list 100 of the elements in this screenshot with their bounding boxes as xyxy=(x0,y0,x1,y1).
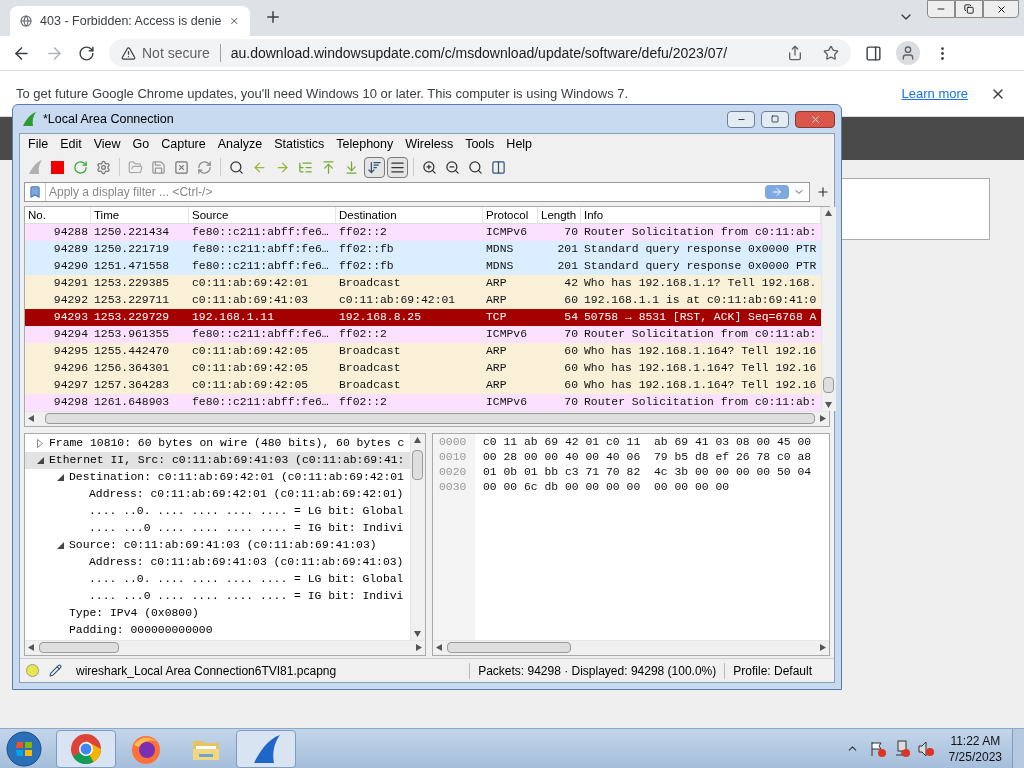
scroll-thumb[interactable] xyxy=(412,450,423,480)
filter-field[interactable]: Apply a display filter ... <Ctrl-/> xyxy=(45,183,765,201)
colorize-icon[interactable] xyxy=(387,156,408,178)
scroll-down-icon[interactable] xyxy=(825,402,832,408)
taskbar-button[interactable] xyxy=(56,729,116,768)
address-bar[interactable]: Not secure au.download.windowsupdate.com/c/msdownload/update/software/defu/2023/07/ xyxy=(109,39,851,67)
tree-row[interactable]: .... ...0 .... .... .... .... = IG bit: Indivi xyxy=(25,588,410,605)
maximize-icon[interactable] xyxy=(771,115,779,123)
scroll-thumb[interactable] xyxy=(447,642,571,653)
horizontal-scrollbar[interactable] xyxy=(25,640,425,655)
tree-row[interactable]: Source: c0:11:ab:69:41:03 (c0:11:ab:69:41:03) xyxy=(25,537,410,554)
expanded-arrow-icon[interactable] xyxy=(57,474,64,481)
menu-item[interactable]: Telephony xyxy=(330,134,400,154)
flag-alert-icon[interactable] xyxy=(868,739,887,758)
expanded-arrow-icon[interactable] xyxy=(37,457,44,464)
column-header[interactable]: Length xyxy=(538,207,581,223)
menu-item[interactable]: Analyze xyxy=(211,134,269,154)
status-indicator-icon[interactable] xyxy=(26,664,39,677)
column-header[interactable]: Source xyxy=(189,207,336,223)
menu-item[interactable]: Edit xyxy=(54,134,88,154)
profile-icon[interactable] xyxy=(896,41,920,65)
side-panel-icon[interactable] xyxy=(865,44,882,62)
scroll-right-icon[interactable] xyxy=(820,415,826,422)
menu-item[interactable]: File xyxy=(22,134,55,154)
tree-row[interactable]: Padding: 000000000000 xyxy=(25,622,410,639)
scroll-left-icon[interactable] xyxy=(436,644,442,651)
table-cell-text: 70 xyxy=(563,394,579,410)
packet-row[interactable]: 94298 1261.648903 fe80::c211:abff:fe6… ff02::2 ICMPv6 70 Router Solicitation from c0:11:ab: xyxy=(25,394,821,411)
collapsed-arrow-icon[interactable] xyxy=(37,439,43,448)
horizontal-scrollbar[interactable] xyxy=(25,411,829,426)
speaker-muted-icon[interactable] xyxy=(916,739,935,758)
scroll-thumb[interactable] xyxy=(39,642,119,653)
column-header[interactable]: No. xyxy=(25,207,91,223)
scroll-thumb[interactable] xyxy=(45,413,815,424)
new-tab-icon[interactable] xyxy=(264,8,282,26)
bookmark-icon[interactable] xyxy=(28,185,42,199)
taskbar-button[interactable] xyxy=(236,729,296,768)
menu-item[interactable]: Capture xyxy=(155,134,212,154)
scroll-up-icon[interactable] xyxy=(414,437,421,443)
menu-item[interactable]: Help xyxy=(500,134,539,154)
packet-row[interactable]: 94295 1255.442470 c0:11:ab:69:42:05 Broadcast ARP 60 Who has 192.168.1.164? Tell 192.16 xyxy=(25,343,821,360)
column-header[interactable]: Destination xyxy=(336,207,483,223)
menu-item[interactable]: Statistics xyxy=(268,134,331,154)
expanded-arrow-icon[interactable] xyxy=(57,542,64,549)
vertical-scrollbar[interactable] xyxy=(821,207,836,411)
vertical-scrollbar[interactable] xyxy=(410,434,425,640)
scroll-thumb[interactable] xyxy=(823,377,834,393)
horizontal-scrollbar[interactable] xyxy=(433,640,829,655)
menu-item[interactable]: Go xyxy=(126,134,156,154)
column-header[interactable]: Time xyxy=(91,207,189,223)
table-cell-text: 1253.229385 xyxy=(93,275,171,291)
packet-row[interactable]: 94290 1251.471558 fe80::c211:abff:fe6… ff02::fb MDNS 201 Standard query response 0x0000 PTR xyxy=(25,258,821,275)
scroll-up-icon[interactable] xyxy=(825,210,832,216)
menu-item[interactable]: Tools xyxy=(459,134,501,154)
scroll-right-icon[interactable] xyxy=(820,644,826,651)
tree-row[interactable]: .... ..0. .... .... .... .... = LG bit: Global xyxy=(25,503,410,520)
menu-item[interactable]: Wireless xyxy=(399,134,460,154)
tree-row[interactable]: .... ..0. .... .... .... .... = LG bit: Global xyxy=(25,571,410,588)
scroll-down-icon[interactable] xyxy=(414,631,421,637)
packet-row[interactable]: 94288 1250.221434 fe80::c211:abff:fe6… ff02::2 ICMPv6 70 Router Solicitation from c0:11:ab: xyxy=(25,224,821,241)
edit-comment-icon[interactable] xyxy=(49,664,62,677)
restore-icon[interactable] xyxy=(964,4,974,14)
add-filter-icon[interactable] xyxy=(816,185,830,199)
restore-button[interactable] xyxy=(955,0,983,18)
packet-row[interactable]: 94293 1253.229729 192.168.1.11 192.168.8.25 TCP 54 50758 → 8531 [RST, ACK] Seq=6768 A xyxy=(25,309,821,326)
packet-row[interactable]: 94291 1253.229385 c0:11:ab:69:42:01 Broadcast ARP 42 Who has 192.168.1.1? Tell 192.168. xyxy=(25,275,821,292)
table-cell-text: c0:11:ab:69:42:05 xyxy=(191,343,310,359)
packet-row[interactable]: 94292 1253.229711 c0:11:ab:69:41:03 c0:11:ab:69:42:01 ARP 60 192.168.1.1 is at c0:11:ab:69:41:0 xyxy=(25,292,821,309)
packet-row[interactable]: 94289 1250.221719 fe80::c211:abff:fe6… ff02::fb MDNS 201 Standard query response 0x0000 PTR xyxy=(25,241,821,258)
start-orb-icon[interactable] xyxy=(6,730,42,767)
learn-more-link[interactable]: Learn more xyxy=(901,83,968,104)
reload-icon[interactable] xyxy=(78,44,95,62)
packet-row[interactable]: 94297 1257.364283 c0:11:ab:69:42:05 Broadcast ARP 60 Who has 192.168.1.164? Tell 192.16 xyxy=(25,377,821,394)
packet-row[interactable]: 94296 1256.364301 c0:11:ab:69:42:05 Broadcast ARP 60 Who has 192.168.1.164? Tell 192.16 xyxy=(25,360,821,377)
table-cell-text: Broadcast xyxy=(338,360,402,376)
table-cell-text: Broadcast xyxy=(338,343,402,359)
profile-label: Profile: Default xyxy=(733,662,812,680)
scroll-left-icon[interactable] xyxy=(28,644,34,651)
tree-row[interactable]: Destination: c0:11:ab:69:42:01 (c0:11:ab:69:42:01 xyxy=(25,469,410,486)
filter-bar[interactable]: Apply a display filter ... <Ctrl-/> xyxy=(24,182,810,202)
packet-row[interactable]: 94294 1253.961355 fe80::c211:abff:fe6… ff02::2 ICMPv6 70 Router Solicitation from c0:11:ab: xyxy=(25,326,821,343)
maximize-button[interactable] xyxy=(761,110,789,128)
bookmark-star-icon[interactable] xyxy=(823,45,839,61)
menu-item[interactable]: View xyxy=(87,134,127,154)
column-header[interactable]: Protocol xyxy=(483,207,538,223)
tree-row[interactable]: Type: IPv4 (0x0800) xyxy=(25,605,410,622)
close-icon[interactable] xyxy=(995,3,1007,15)
tree-text: Destination: c0:11:ab:69:42:01 (c0:11:ab:69:42:01 xyxy=(69,469,404,485)
table-cell-text: 94294 xyxy=(52,326,89,342)
browser-tab[interactable]: 403 - Forbidden: Access is denie xyxy=(10,6,250,36)
tree-row[interactable]: Address: c0:11:ab:69:41:03 (c0:11:ab:69:41:03) xyxy=(25,554,410,571)
share-icon[interactable] xyxy=(787,45,803,61)
scroll-left-icon[interactable] xyxy=(28,415,34,422)
autoscroll-icon[interactable] xyxy=(364,156,385,178)
clock[interactable]: 11:22 AM 7/25/2023 xyxy=(948,732,1002,765)
tree-row[interactable]: .... ...0 .... .... .... .... = IG bit: Indivi xyxy=(25,520,410,537)
table-cell-text: c0:11:ab:69:42:01 xyxy=(338,292,457,308)
tree-row[interactable]: Address: c0:11:ab:69:42:01 (c0:11:ab:69:42:01) xyxy=(25,486,410,503)
scroll-right-icon[interactable] xyxy=(416,644,422,651)
close-button[interactable] xyxy=(795,110,835,128)
